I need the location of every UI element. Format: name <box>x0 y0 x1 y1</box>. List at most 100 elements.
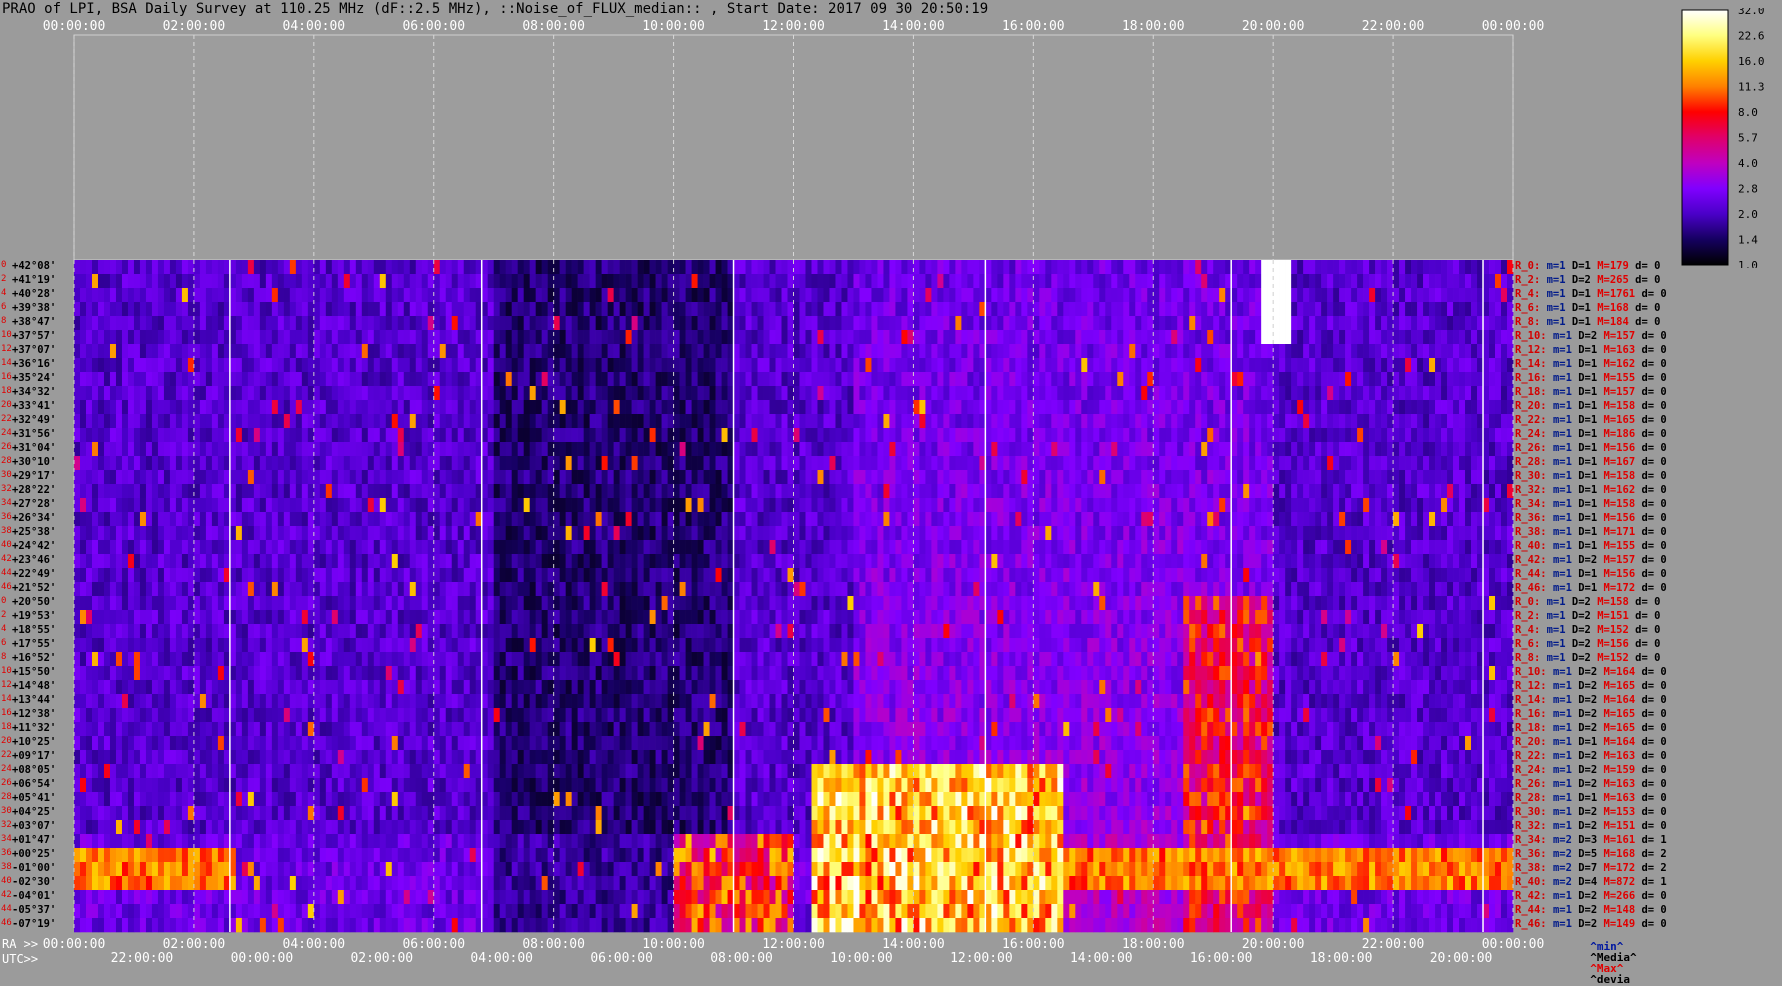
heatmap-cell <box>122 330 128 344</box>
heatmap-cell <box>901 372 907 386</box>
heatmap-cell <box>182 484 188 498</box>
heatmap-cell <box>1387 512 1393 526</box>
heatmap-cell <box>1195 358 1201 372</box>
heatmap-cell <box>949 400 955 414</box>
heatmap-cell <box>1483 344 1489 358</box>
heatmap-cell <box>590 400 596 414</box>
heatmap-cell <box>422 484 428 498</box>
heatmap-cell <box>1255 288 1261 302</box>
heatmap-cell <box>1435 442 1441 456</box>
heatmap-cell <box>536 498 542 512</box>
heatmap-cell <box>386 414 392 428</box>
heatmap-cell <box>1027 400 1033 414</box>
heatmap-cell <box>1507 498 1513 512</box>
heatmap-cell <box>1177 274 1183 288</box>
heatmap-cell <box>1045 414 1051 428</box>
heatmap-cell <box>1507 372 1513 386</box>
heatmap-cell <box>967 512 973 526</box>
heatmap-cell <box>458 470 464 484</box>
heatmap-cell <box>578 260 584 274</box>
heatmap-cell <box>1507 526 1513 540</box>
heatmap-cell <box>290 288 296 302</box>
heatmap-cell <box>326 386 332 400</box>
heatmap-cell <box>829 512 835 526</box>
heatmap-cell <box>823 442 829 456</box>
heatmap-cell <box>110 456 116 470</box>
heatmap-cell <box>1045 540 1051 554</box>
heatmap-cell <box>206 386 212 400</box>
heatmap-cell <box>680 540 686 554</box>
heatmap-cell <box>302 456 308 470</box>
heatmap-cell <box>176 260 182 274</box>
heatmap-cell <box>871 498 877 512</box>
heatmap-cell <box>865 414 871 428</box>
heatmap-cell <box>1135 386 1141 400</box>
heatmap-cell <box>782 456 788 470</box>
heatmap-cell <box>560 484 566 498</box>
heatmap-cell <box>164 456 170 470</box>
heatmap-cell <box>494 526 500 540</box>
heatmap-cell <box>590 428 596 442</box>
heatmap-cell <box>632 358 638 372</box>
heatmap-cell <box>961 302 967 316</box>
heatmap-cell <box>590 288 596 302</box>
heatmap-cell <box>92 260 98 274</box>
heatmap-cell <box>416 414 422 428</box>
heatmap-cell <box>1081 260 1087 274</box>
heatmap-cell <box>1075 498 1081 512</box>
heatmap-cell <box>518 386 524 400</box>
heatmap-cell <box>260 428 266 442</box>
heatmap-cell <box>620 470 626 484</box>
heatmap-cell <box>680 302 686 316</box>
heatmap-cell <box>548 414 554 428</box>
heatmap-cell <box>596 372 602 386</box>
heatmap-cell <box>967 302 973 316</box>
heatmap-cell <box>859 316 865 330</box>
heatmap-cell <box>776 260 782 274</box>
heatmap-cell <box>338 400 344 414</box>
heatmap-cell <box>1015 526 1021 540</box>
heatmap-cell <box>1489 498 1495 512</box>
heatmap-cell <box>1075 456 1081 470</box>
heatmap-cell <box>740 442 746 456</box>
heatmap-cell <box>1165 428 1171 442</box>
heatmap-cell <box>530 512 536 526</box>
heatmap-cell <box>1387 442 1393 456</box>
heatmap-cell <box>907 260 913 274</box>
heatmap-cell <box>284 302 290 316</box>
heatmap-cell <box>889 442 895 456</box>
heatmap-cell <box>1021 400 1027 414</box>
heatmap-cell <box>338 344 344 358</box>
heatmap-cell <box>782 484 788 498</box>
heatmap-cell <box>1111 400 1117 414</box>
heatmap-cell <box>422 526 428 540</box>
heatmap-cell <box>650 498 656 512</box>
heatmap-cell <box>554 442 560 456</box>
heatmap-cell <box>668 302 674 316</box>
heatmap-cell <box>1417 386 1423 400</box>
heatmap-cell <box>1159 442 1165 456</box>
heatmap-cell <box>608 400 614 414</box>
heatmap-cell <box>1375 512 1381 526</box>
heatmap-cell <box>1081 540 1087 554</box>
heatmap-cell <box>973 386 979 400</box>
heatmap-cell <box>200 442 206 456</box>
heatmap-cell <box>266 414 272 428</box>
heatmap-cell <box>1315 470 1321 484</box>
heatmap-cell <box>800 344 806 358</box>
heatmap-cell <box>1297 456 1303 470</box>
heatmap-cell <box>955 386 961 400</box>
heatmap-cell <box>811 428 817 442</box>
heatmap-cell <box>200 260 206 274</box>
heatmap-cell <box>734 400 740 414</box>
heatmap-cell <box>961 484 967 498</box>
heatmap-cell <box>1135 372 1141 386</box>
heatmap-cell <box>308 344 314 358</box>
heatmap-cell <box>710 526 716 540</box>
heatmap-cell <box>865 540 871 554</box>
heatmap-cell <box>1207 302 1213 316</box>
heatmap-cell <box>182 316 188 330</box>
heatmap-cell <box>1135 316 1141 330</box>
heatmap-cell <box>236 470 242 484</box>
heatmap-cell <box>368 372 374 386</box>
